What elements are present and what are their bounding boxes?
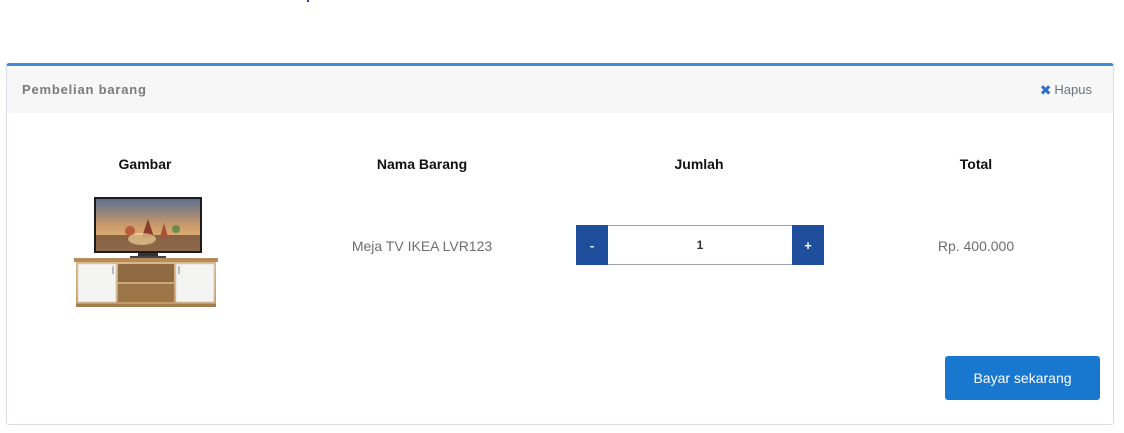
product-name: Meja TV IKEA LVR123: [351, 238, 493, 254]
remove-label: Hapus: [1054, 82, 1092, 97]
card-title: Pembelian barang: [22, 82, 147, 97]
quantity-stepper: - +: [576, 225, 824, 265]
column-header-total: Total: [959, 156, 993, 172]
remove-button[interactable]: ✖ Hapus: [1040, 82, 1092, 97]
card-header: Pembelian barang ✖ Hapus: [7, 66, 1113, 113]
column-header-image: Gambar: [118, 156, 172, 172]
stray-dot: [307, 0, 309, 2]
product-image: [74, 197, 218, 307]
column-header-quantity: Jumlah: [674, 156, 724, 172]
page: Pembelian barang ✖ Hapus Gambar Nama Bar…: [0, 0, 1124, 433]
product-total: Rp. 400.000: [937, 238, 1015, 254]
quantity-input[interactable]: [608, 225, 792, 265]
column-header-name: Nama Barang: [376, 156, 468, 172]
increment-button[interactable]: +: [792, 225, 824, 265]
decrement-button[interactable]: -: [576, 225, 608, 265]
pay-now-button[interactable]: Bayar sekarang: [945, 356, 1100, 400]
close-icon: ✖: [1039, 81, 1052, 98]
purchase-card: Pembelian barang ✖ Hapus Gambar Nama Bar…: [6, 63, 1114, 425]
